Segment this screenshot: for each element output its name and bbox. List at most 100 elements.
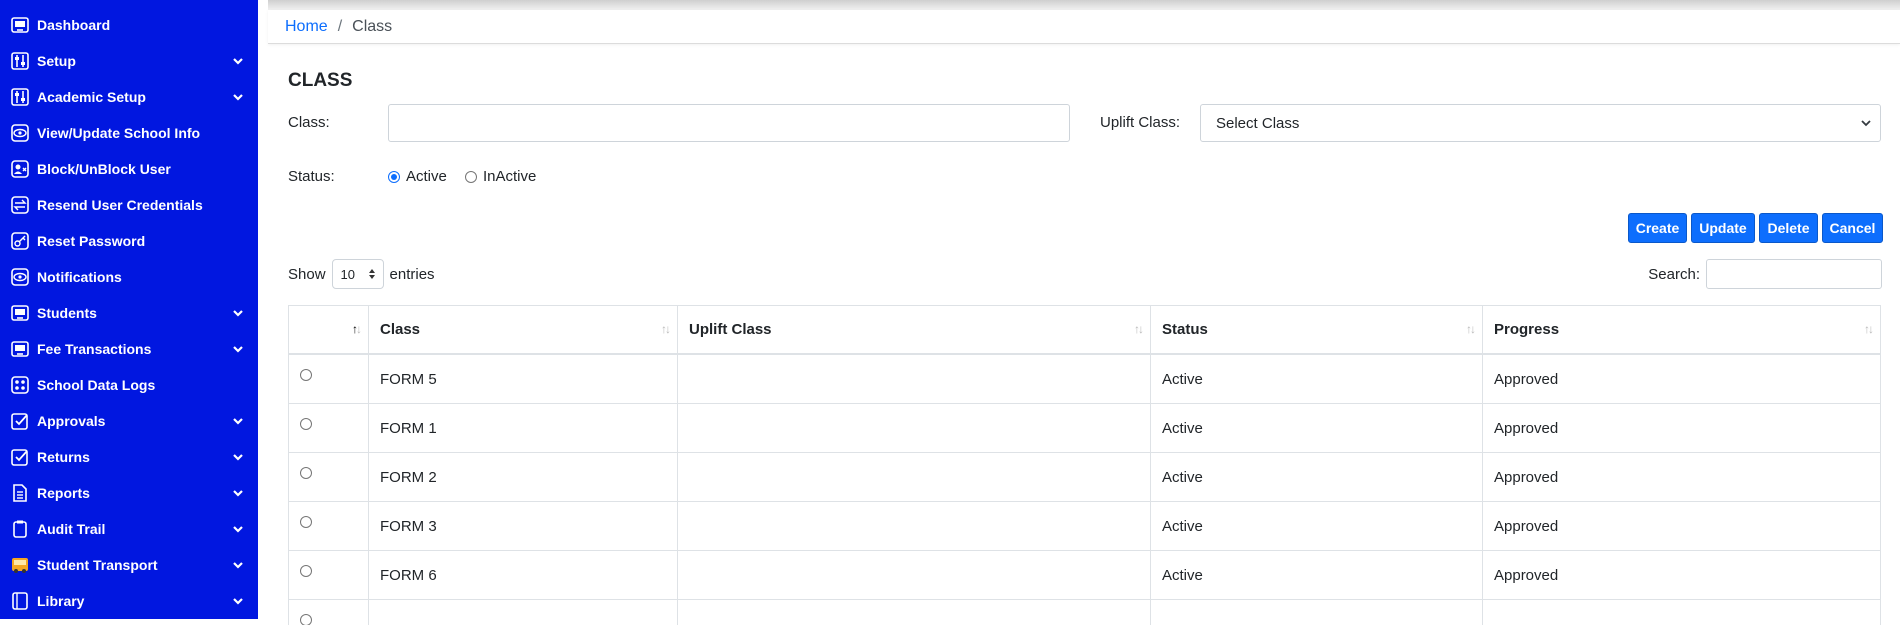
sidebar-item-library[interactable]: Library — [0, 583, 258, 619]
checkbox-icon — [9, 410, 31, 432]
search-label: Search: — [1648, 265, 1700, 283]
sidebar-item-resend-user-credentials[interactable]: Resend User Credentials — [0, 187, 258, 223]
breadcrumb-home-link[interactable]: Home — [285, 18, 328, 36]
table-row[interactable]: FORM 6 Active Approved — [289, 551, 1880, 600]
status-cell: Active — [1151, 551, 1483, 599]
sidebar-item-dashboard[interactable]: Dashboard — [0, 7, 258, 43]
class-table: ↑↓ Class ↑↓ Uplift Class ↑↓ Status ↑↓ Pr… — [288, 305, 1881, 625]
column-header-status[interactable]: Status ↑↓ — [1151, 306, 1483, 353]
class-input[interactable] — [388, 104, 1070, 142]
class-cell: FORM 2 — [369, 453, 678, 501]
row-select-radio[interactable] — [300, 418, 312, 430]
eye-icon — [9, 266, 31, 288]
logs-icon — [9, 374, 31, 396]
delete-button[interactable]: Delete — [1759, 213, 1818, 243]
uplift-class-label: Uplift Class: — [1100, 114, 1181, 131]
class-label: Class: — [288, 114, 330, 131]
chevron-down-icon — [233, 310, 243, 317]
breadcrumb: Home / Class — [268, 10, 1900, 44]
sidebar-item-fee-transactions[interactable]: Fee Transactions — [0, 331, 258, 367]
sidebar-item-label: Notifications — [37, 269, 122, 285]
sidebar-item-setup[interactable]: Setup — [0, 43, 258, 79]
radio-unchecked[interactable] — [465, 170, 477, 183]
search-input[interactable] — [1706, 259, 1882, 289]
uplift-class-cell — [678, 453, 1151, 501]
sidebar: Dashboard Setup Academic Setup View/Upda… — [0, 0, 258, 619]
table-row[interactable]: FORM 2 Active Approved — [289, 453, 1880, 502]
status-cell: Active — [1151, 355, 1483, 403]
radio-checked[interactable] — [388, 170, 400, 183]
row-select-radio[interactable] — [300, 516, 312, 528]
sidebar-item-returns[interactable]: Returns — [0, 439, 258, 475]
chevron-down-icon — [233, 346, 243, 353]
sidebar-item-label: Setup — [37, 53, 76, 69]
sort-icon: ↑↓ — [1864, 322, 1874, 336]
chevron-down-icon — [233, 94, 243, 101]
status-cell: Active — [1151, 404, 1483, 452]
sidebar-item-notifications[interactable]: Notifications — [0, 259, 258, 295]
table-row[interactable]: FORM 1 Active Approved — [289, 404, 1880, 453]
uplift-class-select[interactable]: Select Class — [1200, 104, 1881, 142]
sort-icon: ↑↓ — [1134, 322, 1144, 336]
row-select-cell — [289, 453, 369, 501]
create-button[interactable]: Create — [1628, 213, 1687, 243]
sort-updown-icon — [368, 269, 375, 279]
sidebar-item-label: Reset Password — [37, 233, 146, 249]
sidebar-item-school-data-logs[interactable]: School Data Logs — [0, 367, 258, 403]
row-select-radio[interactable] — [300, 565, 312, 577]
class-cell: FORM 1 — [369, 404, 678, 452]
entries-select[interactable]: 10 — [331, 259, 384, 289]
column-header-select[interactable]: ↑↓ — [289, 306, 369, 353]
update-button[interactable]: Update — [1691, 213, 1755, 243]
monitor-icon — [9, 302, 31, 324]
row-select-radio[interactable] — [300, 467, 312, 479]
sidebar-item-reset-password[interactable]: Reset Password — [0, 223, 258, 259]
cancel-button[interactable]: Cancel — [1822, 213, 1883, 243]
progress-cell: Approved — [1494, 370, 1559, 388]
sidebar-item-label: Fee Transactions — [37, 341, 152, 357]
row-select-cell — [289, 502, 369, 550]
chevron-down-icon — [233, 454, 243, 461]
chevron-down-icon — [233, 598, 243, 605]
status-inactive-radio[interactable]: InActive — [465, 168, 536, 185]
sidebar-item-label: View/Update School Info — [37, 125, 201, 141]
row-select-radio[interactable] — [300, 369, 312, 381]
status-cell: Active — [1151, 502, 1483, 550]
table-row[interactable]: FORM 5 Active Approved — [289, 355, 1880, 404]
sidebar-item-view-update-school-info[interactable]: View/Update School Info — [0, 115, 258, 151]
column-header-uplift-class[interactable]: Uplift Class ↑↓ — [678, 306, 1151, 353]
row-select-radio[interactable] — [300, 614, 312, 625]
sidebar-item-label: School Data Logs — [37, 377, 156, 393]
column-header-label: Progress — [1494, 321, 1560, 338]
column-header-label: Uplift Class — [689, 321, 772, 338]
table-row[interactable] — [289, 600, 1880, 625]
sidebar-item-label: Student Transport — [37, 557, 158, 573]
breadcrumb-separator: / — [337, 17, 343, 35]
sidebar-item-approvals[interactable]: Approvals — [0, 403, 258, 439]
key-icon — [9, 230, 31, 252]
resend-icon — [9, 194, 31, 216]
status-cell: Active — [1151, 453, 1483, 501]
clipboard-icon — [9, 518, 31, 540]
chevron-down-icon — [233, 58, 243, 65]
sidebar-item-label: Approvals — [37, 413, 106, 429]
row-select-cell — [289, 404, 369, 452]
page-title: CLASS — [288, 70, 353, 91]
sidebar-item-block-unblock-user[interactable]: Block/UnBlock User — [0, 151, 258, 187]
sidebar-item-label: Block/UnBlock User — [37, 161, 171, 177]
sidebar-item-label: Academic Setup — [37, 89, 146, 105]
status-active-radio[interactable]: Active — [388, 168, 447, 185]
sidebar-item-students[interactable]: Students — [0, 295, 258, 331]
table-row[interactable]: FORM 3 Active Approved — [289, 502, 1880, 551]
show-label: Show — [288, 265, 326, 283]
sidebar-item-student-transport[interactable]: Student Transport — [0, 547, 258, 583]
row-select-cell — [289, 600, 369, 625]
sidebar-item-academic-setup[interactable]: Academic Setup — [0, 79, 258, 115]
sidebar-item-reports[interactable]: Reports — [0, 475, 258, 511]
sidebar-item-audit-trail[interactable]: Audit Trail — [0, 511, 258, 547]
sidebar-item-label: Reports — [37, 485, 90, 501]
column-header-progress[interactable]: Progress ↑↓ — [1483, 306, 1880, 353]
sidebar-divider — [258, 0, 268, 619]
column-header-class[interactable]: Class ↑↓ — [369, 306, 678, 353]
document-icon — [9, 482, 31, 504]
